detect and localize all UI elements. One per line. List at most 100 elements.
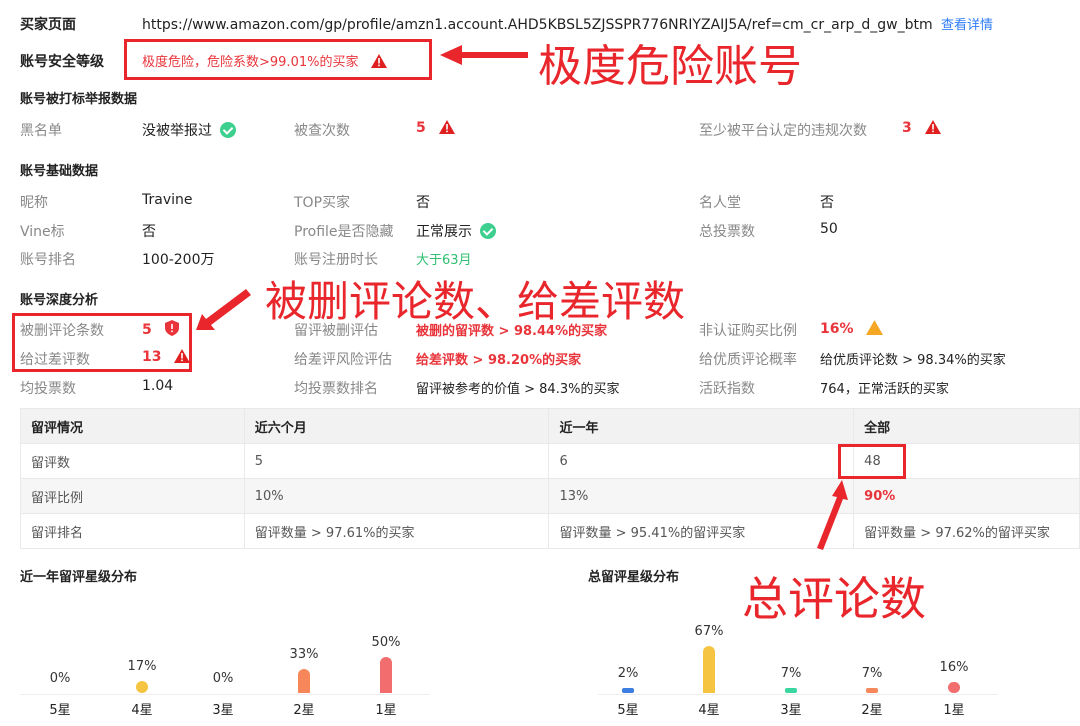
chart-2-bar <box>703 646 715 693</box>
chart-2-value-label: 7% <box>861 666 883 681</box>
nickname-label: 昵称 <box>20 195 48 211</box>
table-cell: 10% <box>243 478 550 514</box>
chart-2-bar <box>866 688 878 693</box>
chart-1-category-label: 5星 <box>49 703 71 718</box>
chart-2-value-label: 7% <box>780 666 802 681</box>
total-votes-label: 总投票数 <box>699 224 755 240</box>
table-header-cell: 留评情况 <box>20 408 245 444</box>
top-buyer-label: TOP买家 <box>294 195 351 211</box>
report-section-title: 账号被打标举报数据 <box>20 92 138 107</box>
chart-1-value-label: 0% <box>49 671 71 686</box>
nickname-value: Travine <box>142 192 193 208</box>
table-cell: 5 <box>243 443 550 479</box>
register-duration-value: 大于63月 <box>416 253 472 268</box>
table-header-cell: 近一年 <box>548 408 855 444</box>
security-highlight-box <box>124 39 432 80</box>
chart-2-category-label: 1星 <box>943 703 965 718</box>
table-cell: 留评比例 <box>20 478 245 514</box>
security-label: 账号安全等级 <box>20 54 104 70</box>
vine-label: Vine标 <box>20 224 65 240</box>
table-cell: 90% <box>853 478 1080 514</box>
view-details-link[interactable]: 查看详情 <box>941 18 993 33</box>
blacklist-value-text: 没被举报过 <box>142 123 212 139</box>
table-header-cell: 全部 <box>853 408 1080 444</box>
vine-value: 否 <box>142 224 156 240</box>
chart-1-title: 近一年留评星级分布 <box>20 570 138 585</box>
table-header-cell: 近六个月 <box>243 408 550 444</box>
bad-risk-label: 给差评风险评估 <box>294 352 392 368</box>
profile-hidden-value-text: 正常展示 <box>416 224 472 240</box>
table-cell: 留评数 <box>20 443 245 479</box>
profile-hidden-value: 正常展示 <box>416 221 496 241</box>
chart-2-category-label: 2星 <box>861 703 883 718</box>
bad-risk-value: 给差评数 > 98.20%的买家 <box>416 353 582 368</box>
unverified-label: 非认证购买比例 <box>699 323 797 339</box>
chart-1-bar <box>380 657 392 693</box>
chart-1-category-label: 2星 <box>293 703 315 718</box>
chart-2-bar <box>622 688 634 693</box>
active-value: 764，正常活跃的买家 <box>820 382 949 397</box>
buyer-page-label: 买家页面 <box>20 17 76 33</box>
chart-1-value-label: 50% <box>371 635 401 650</box>
chart-1-bar <box>298 669 310 693</box>
check-circle-icon <box>220 122 236 138</box>
avg-votes-label: 均投票数 <box>20 381 76 397</box>
chart-1-value-label: 17% <box>127 658 157 674</box>
chart-1-baseline <box>20 694 430 695</box>
chart-2-value-label: 67% <box>694 624 724 640</box>
check-circle-icon <box>480 223 496 239</box>
table-cell: 留评数量 > 97.61%的买家 <box>243 513 550 549</box>
basic-section-title: 账号基础数据 <box>20 164 99 179</box>
table-header-row: 留评情况 近六个月 近一年 全部 <box>20 408 1080 444</box>
deleted-highlight-box <box>12 313 192 372</box>
deleted-eval-label: 留评被删评估 <box>294 323 378 339</box>
table-cell: 留评数量 > 95.41%的留评买家 <box>548 513 855 549</box>
review-table: 留评情况 近六个月 近一年 全部 留评数 5 6 48 留评比例 10% 13%… <box>20 408 1080 549</box>
violation-label: 至少被平台认定的违规次数 <box>699 123 867 139</box>
chart-1-value-label: 33% <box>289 647 319 663</box>
register-duration-label: 账号注册时长 <box>294 252 378 268</box>
chart-1-category-label: 1星 <box>375 703 397 718</box>
blacklist-label: 黑名单 <box>20 123 62 139</box>
top-buyer-value: 否 <box>416 195 430 211</box>
checked-value: 5 <box>416 120 455 136</box>
quality-value: 给优质评论数 > 98.34%的买家 <box>820 353 1006 368</box>
violation-value-text: 3 <box>902 120 912 136</box>
profile-hidden-label: Profile是否隐藏 <box>294 224 394 240</box>
rank-label: 账号排名 <box>20 252 76 268</box>
chart-2-baseline <box>598 694 998 695</box>
annotation-danger: 极度危险账号 <box>538 41 802 92</box>
chart-1-bar <box>136 680 148 693</box>
warning-triangle-orange-icon <box>866 320 884 335</box>
arrow-to-total <box>817 480 848 550</box>
hall-of-fame-value: 否 <box>820 195 834 211</box>
warning-triangle-icon <box>924 120 941 134</box>
arrow-to-security <box>440 45 528 65</box>
chart-1-category-label: 4星 <box>131 703 153 718</box>
blacklist-value: 没被举报过 <box>142 120 236 140</box>
avg-rank-value: 留评被参考的价值 > 84.3%的买家 <box>416 382 620 397</box>
chart-2-category-label: 3星 <box>780 703 802 718</box>
active-label: 活跃指数 <box>699 381 755 397</box>
unverified-value: 16% <box>820 320 884 337</box>
checked-value-text: 5 <box>416 120 426 136</box>
unverified-value-text: 16% <box>820 321 854 337</box>
violation-value: 3 <box>902 120 941 136</box>
table-cell: 6 <box>548 443 855 479</box>
rank-value: 100-200万 <box>142 252 215 268</box>
deep-section-title: 账号深度分析 <box>20 293 99 308</box>
chart-2-category-label: 4星 <box>698 703 720 718</box>
deleted-eval-value: 被删的留评数 > 98.44%的买家 <box>416 324 608 339</box>
chart-2-title: 总留评星级分布 <box>588 570 680 585</box>
arrow-to-deleted <box>196 289 251 330</box>
annotation-total: 总评论数 <box>742 572 926 626</box>
chart-1-value-label: 0% <box>212 671 234 686</box>
hall-of-fame-label: 名人堂 <box>699 195 741 211</box>
chart-2-bar <box>948 681 960 693</box>
chart-2-value-label: 16% <box>939 659 969 675</box>
table-row: 留评数 5 6 48 <box>20 443 1080 479</box>
total-highlight-box <box>838 444 906 479</box>
total-votes-value: 50 <box>820 221 838 237</box>
table-cell: 留评排名 <box>20 513 245 549</box>
table-cell: 留评数量 > 97.62%的留评买家 <box>853 513 1080 549</box>
